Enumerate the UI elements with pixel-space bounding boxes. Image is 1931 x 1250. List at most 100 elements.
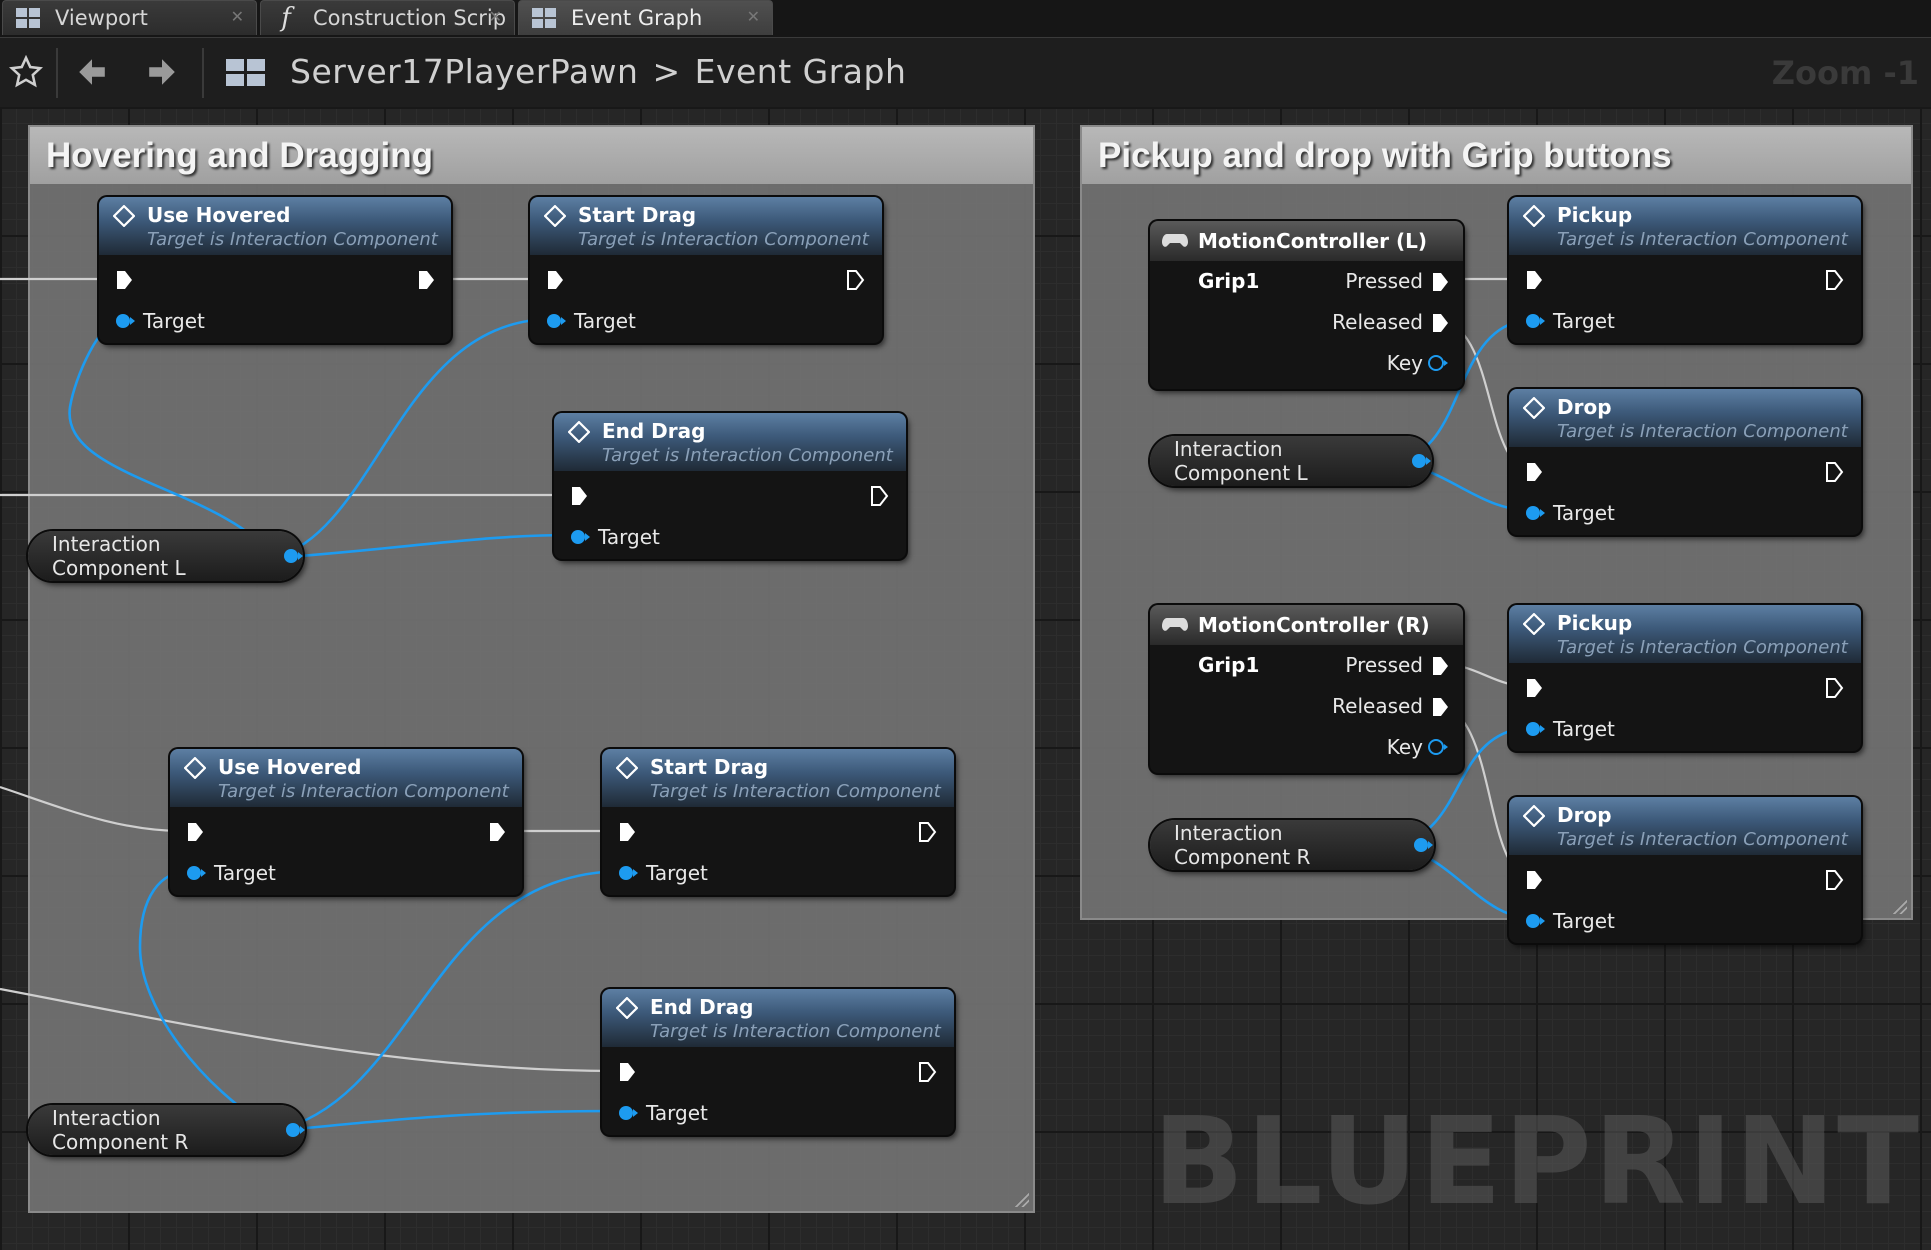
node-end-drag[interactable]: End Drag Target is Interaction Component… (602, 989, 954, 1135)
exec-out-pin[interactable] (1825, 461, 1845, 483)
object-wire (68, 317, 277, 559)
tab-construction-script[interactable]: f Construction Scrip ✕ (260, 0, 515, 35)
key-pin[interactable] (1427, 737, 1451, 757)
node-subtitle: Target is Interaction Component (218, 781, 509, 802)
event-motion-controller-r-grip[interactable]: MotionController (R) Grip1 Pressed Relea… (1150, 605, 1463, 773)
node-drop[interactable]: Drop Target is Interaction Component Tar… (1509, 797, 1861, 943)
exec-in-pin[interactable] (186, 821, 204, 843)
exec-out-pin[interactable] (1825, 677, 1845, 699)
function-icon (1522, 204, 1546, 232)
key-pin[interactable] (1427, 353, 1451, 373)
node-subtitle: Target is Interaction Component (650, 781, 941, 802)
exec-in-pin[interactable] (570, 485, 588, 507)
exec-in-pin[interactable] (618, 1061, 636, 1083)
exec-in-pin[interactable] (618, 821, 636, 843)
exec-out-pin[interactable] (918, 821, 938, 843)
node-use-hovered[interactable]: Use Hovered Target is Interaction Compon… (170, 749, 522, 895)
exec-out-pin[interactable] (1431, 655, 1449, 677)
exec-in-pin[interactable] (1525, 869, 1543, 891)
event-motion-controller-l-grip[interactable]: MotionController (L) Grip1 Pressed Relea… (1150, 221, 1463, 389)
object-pin[interactable] (570, 527, 592, 547)
function-icon (543, 204, 567, 232)
variable-interaction-component-l[interactable]: Interaction Component L (28, 531, 303, 581)
function-icon (567, 420, 591, 448)
exec-out-pin[interactable] (870, 485, 890, 507)
node-title: Drop (1557, 395, 1612, 419)
pin-label: Target (646, 861, 708, 885)
pin-label-key: Key (1386, 351, 1423, 375)
exec-out-pin[interactable] (1825, 869, 1845, 891)
exec-out-pin[interactable] (1431, 312, 1449, 334)
object-pin[interactable] (1525, 911, 1547, 931)
pin-label: Target (646, 1101, 708, 1125)
exec-out-pin[interactable] (1431, 271, 1449, 293)
object-pin[interactable] (1525, 311, 1547, 331)
pin-label: Target (1553, 309, 1615, 333)
exec-out-pin[interactable] (1825, 269, 1845, 291)
object-wire (138, 869, 276, 1133)
object-pin[interactable] (186, 863, 208, 883)
close-icon[interactable]: ✕ (231, 7, 244, 26)
object-wire (274, 869, 626, 1133)
variable-interaction-component-r[interactable]: Interaction Component R (28, 1105, 305, 1155)
exec-in-pin[interactable] (1525, 461, 1543, 483)
node-use-hovered[interactable]: Use Hovered Target is Interaction Compon… (99, 197, 451, 343)
exec-out-pin[interactable] (846, 269, 866, 291)
exec-out-pin[interactable] (1431, 696, 1449, 718)
node-end-drag[interactable]: End Drag Target is Interaction Component… (554, 413, 906, 559)
pin-label-released: Released (1332, 310, 1423, 334)
node-pickup[interactable]: Pickup Target is Interaction Component T… (1509, 605, 1861, 751)
node-title: Use Hovered (218, 755, 362, 779)
event-graph-icon (222, 50, 268, 94)
tab-viewport[interactable]: Viewport ✕ (2, 0, 257, 35)
object-pin[interactable] (618, 1103, 640, 1123)
node-start-drag[interactable]: Start Drag Target is Interaction Compone… (602, 749, 954, 895)
node-title: Pickup (1557, 611, 1633, 635)
viewport-grid-icon (13, 8, 43, 28)
pin-label-released: Released (1332, 694, 1423, 718)
variable-label: Interaction Component L (52, 532, 186, 580)
pin-label: Target (214, 861, 276, 885)
gamepad-icon (1162, 221, 1188, 261)
node-start-drag[interactable]: Start Drag Target is Interaction Compone… (530, 197, 882, 343)
function-icon (615, 996, 639, 1024)
object-wire (274, 533, 576, 560)
close-icon[interactable]: ✕ (747, 7, 760, 26)
close-icon[interactable]: ✕ (489, 7, 502, 26)
exec-out-pin[interactable] (488, 821, 506, 843)
exec-in-pin[interactable] (546, 269, 564, 291)
function-icon (112, 204, 136, 232)
tab-label: Viewport (55, 6, 148, 30)
object-wire (274, 317, 554, 560)
node-drop[interactable]: Drop Target is Interaction Component Tar… (1509, 389, 1861, 535)
forward-arrow-icon[interactable] (142, 50, 182, 94)
breadcrumb-graph[interactable]: Event Graph (695, 52, 907, 91)
object-pin[interactable] (1525, 719, 1547, 739)
object-pin[interactable] (1525, 503, 1547, 523)
pin-label: Target (143, 309, 205, 333)
exec-out-pin[interactable] (417, 269, 435, 291)
variable-interaction-component-r[interactable]: Interaction Component R (1150, 820, 1434, 870)
graph-canvas[interactable]: Hovering and Dragging Pickup and drop wi… (0, 107, 1931, 1250)
exec-in-pin[interactable] (1525, 269, 1543, 291)
breadcrumb-blueprint[interactable]: Server17PlayerPawn (290, 52, 638, 91)
exec-wire (0, 987, 618, 1073)
favorite-star-icon[interactable] (6, 50, 46, 94)
object-pin[interactable] (546, 311, 568, 331)
object-pin[interactable] (284, 1120, 305, 1140)
exec-out-pin[interactable] (918, 1061, 938, 1083)
object-pin[interactable] (115, 311, 137, 331)
object-pin[interactable] (282, 546, 303, 566)
pin-label-pressed: Pressed (1345, 269, 1423, 293)
pin-label: Target (598, 525, 660, 549)
node-pickup[interactable]: Pickup Target is Interaction Component T… (1509, 197, 1861, 343)
variable-interaction-component-l[interactable]: Interaction Component L (1150, 436, 1432, 486)
object-pin[interactable] (1412, 835, 1434, 855)
exec-in-pin[interactable] (1525, 677, 1543, 699)
object-pin[interactable] (618, 863, 640, 883)
back-arrow-icon[interactable] (72, 50, 112, 94)
node-title: Start Drag (650, 755, 769, 779)
tab-event-graph[interactable]: Event Graph ✕ (518, 0, 773, 35)
object-pin[interactable] (1410, 451, 1432, 471)
exec-in-pin[interactable] (115, 269, 133, 291)
